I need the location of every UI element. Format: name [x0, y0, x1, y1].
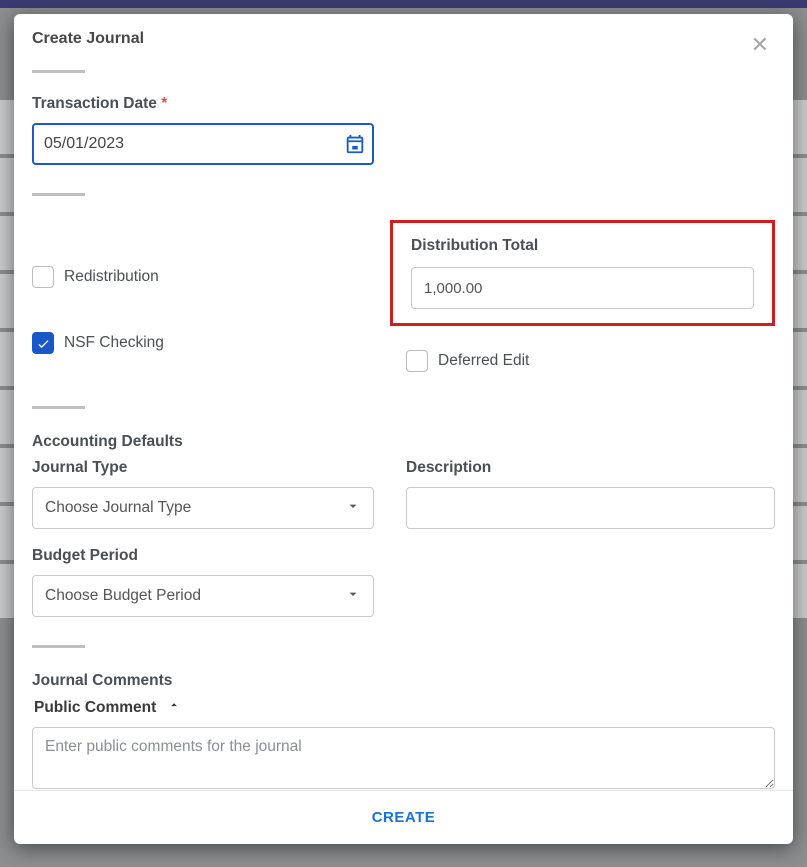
close-icon: ✕ — [751, 32, 769, 57]
accounting-defaults-heading: Accounting Defaults — [32, 433, 775, 451]
distribution-total-input[interactable] — [411, 267, 754, 309]
transaction-date-label: Transaction Date * — [32, 95, 775, 113]
transaction-date-input[interactable] — [44, 135, 344, 153]
nsf-checking-label: NSF Checking — [64, 334, 164, 352]
public-comment-textarea[interactable] — [32, 727, 775, 789]
deferred-edit-option[interactable]: Deferred Edit — [406, 350, 775, 372]
dialog-header: Create Journal ✕ — [14, 14, 793, 73]
dialog-footer: CREATE — [14, 790, 793, 844]
budget-period-select[interactable]: Choose Budget Period — [32, 575, 374, 617]
distribution-total-highlight: Distribution Total — [390, 220, 775, 326]
chevron-down-icon — [345, 498, 361, 519]
budget-period-value: Choose Budget Period — [45, 587, 201, 605]
create-button[interactable]: CREATE — [372, 809, 436, 826]
nsf-checking-option[interactable]: NSF Checking — [32, 332, 374, 354]
chevron-down-icon — [345, 586, 361, 607]
redistribution-checkbox[interactable] — [32, 266, 54, 288]
description-input[interactable] — [406, 487, 775, 529]
description-label: Description — [406, 459, 775, 477]
public-comment-label: Public Comment — [34, 699, 156, 717]
transaction-date-field[interactable] — [32, 123, 374, 165]
calendar-icon[interactable] — [344, 133, 366, 155]
chevron-up-icon — [166, 698, 182, 717]
deferred-edit-checkbox[interactable] — [406, 350, 428, 372]
nsf-checking-checkbox[interactable] — [32, 332, 54, 354]
section-divider — [32, 645, 85, 648]
distribution-total-label: Distribution Total — [411, 237, 754, 255]
section-divider — [32, 193, 85, 196]
redistribution-label: Redistribution — [64, 268, 159, 286]
section-divider — [32, 406, 85, 409]
dialog-title: Create Journal — [32, 30, 144, 48]
journal-type-select[interactable]: Choose Journal Type — [32, 487, 374, 529]
create-journal-dialog: Create Journal ✕ Transaction Date * — [14, 14, 793, 844]
journal-type-label: Journal Type — [32, 459, 374, 477]
redistribution-option[interactable]: Redistribution — [32, 266, 374, 288]
deferred-edit-label: Deferred Edit — [438, 352, 529, 370]
journal-comments-heading: Journal Comments — [32, 672, 775, 690]
dialog-body-scroll[interactable]: Transaction Date * Redistribution — [14, 73, 793, 790]
journal-type-value: Choose Journal Type — [45, 499, 191, 517]
required-marker: * — [161, 95, 167, 112]
close-button[interactable]: ✕ — [745, 30, 775, 60]
budget-period-label: Budget Period — [32, 547, 374, 565]
public-comment-toggle[interactable]: Public Comment — [34, 698, 775, 717]
